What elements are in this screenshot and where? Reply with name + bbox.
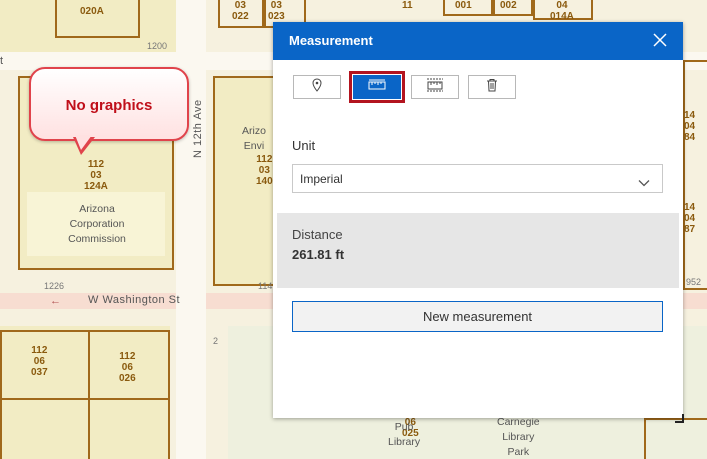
address-label: 2 [213,336,219,346]
parcel-label: 04 014A [550,0,574,22]
building-label: Carnegie Library Park [497,416,540,458]
address-label: 114 [258,281,273,291]
map-pin-icon [312,77,322,97]
parcel-label: 002 [500,0,517,11]
street-label-washington: W Washington St [88,294,181,306]
distance-label: Distance [292,227,343,242]
parcel-label: 001 [455,0,472,11]
parcel-label: 14 04 84 [684,110,696,143]
parcel [0,398,90,459]
distance-tool-button[interactable] [349,71,405,103]
area-icon [426,77,444,98]
chevron-down-icon [638,174,650,192]
distance-result: Distance 261.81 ft [277,213,679,288]
building-label: Pub Library [388,421,421,448]
clear-tool-button[interactable] [468,75,516,99]
ruler-icon [368,78,386,96]
panel-title: Measurement [289,33,373,48]
parcel [88,398,170,459]
street-label-edge: t [0,55,4,67]
measurement-panel: Measurement Unit Imperial Distance 261.8… [273,22,684,423]
parcel-label: 112 03 124A [84,159,108,192]
panel-header: Measurement [273,22,683,60]
parcel-label: 11 [402,0,413,11]
parcel-label: 112 06 026 [119,351,136,384]
parcel [644,418,707,459]
callout-text: No graphics [65,97,153,114]
building-label: Arizo Envi [242,125,266,152]
address-label: 952 [686,277,702,287]
unit-select[interactable]: Imperial [292,164,663,193]
location-tool-button[interactable] [293,75,341,99]
unit-label: Unit [292,138,316,153]
street-label-12th: N 12th Ave [192,99,204,158]
parcel-label: 14 04 87 [684,202,696,235]
parcel-label: 112 06 037 [31,345,48,378]
address-label: 1200 [147,41,168,51]
parcel-label: 020A [80,6,104,17]
trash-icon [486,78,498,97]
parcel-label: 03 022 [232,0,249,22]
no-graphics-callout: No graphics [29,67,189,155]
distance-value: 261.81 ft [292,247,345,262]
close-icon[interactable] [651,31,669,49]
new-measurement-button[interactable]: New measurement [292,301,663,332]
resize-handle-icon[interactable] [674,410,684,423]
address-label: 1226 [44,281,65,291]
area-tool-button[interactable] [411,75,459,99]
callout-tail-inner [75,135,92,150]
arrow-left-icon: ← [50,295,61,307]
parcel [683,60,707,290]
building-label: Arizona Corporation Commission [68,203,126,245]
parcel-label: 03 023 [268,0,285,22]
parcel-label: 112 03 140 [256,154,273,187]
unit-select-value: Imperial [300,172,343,186]
